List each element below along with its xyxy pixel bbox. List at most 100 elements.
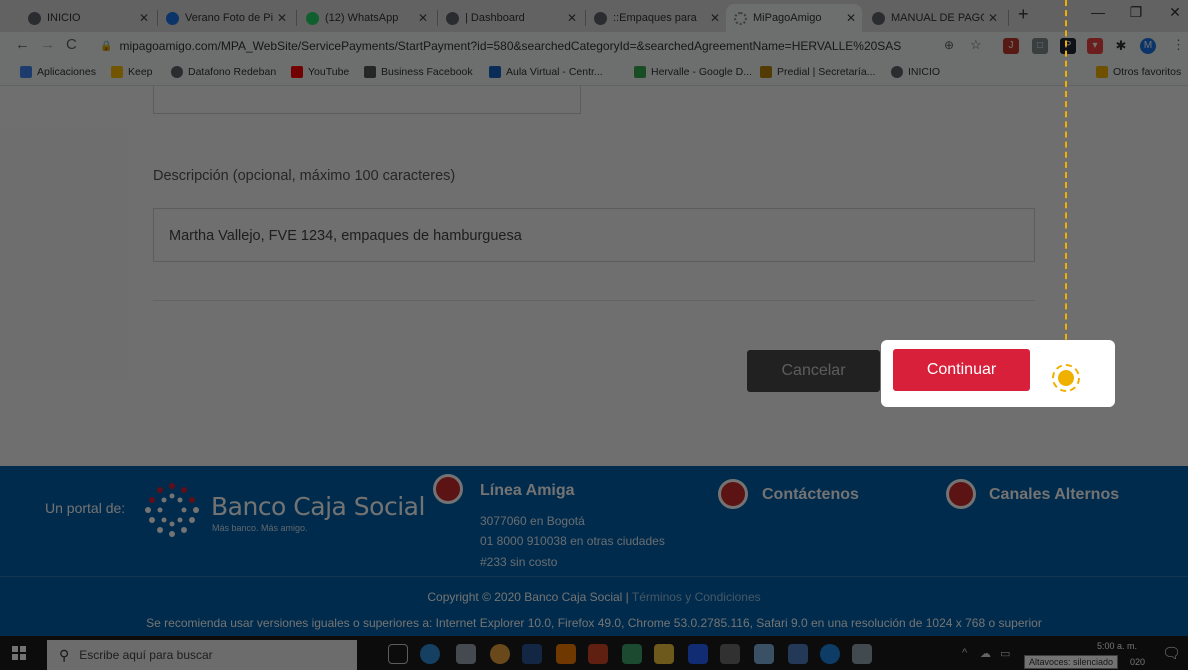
extension-icon[interactable]: ▾ bbox=[1087, 38, 1103, 54]
powerpoint-icon[interactable] bbox=[588, 644, 608, 664]
zoom-icon[interactable]: ⊕ bbox=[944, 38, 954, 52]
search-icon: ⚲ bbox=[59, 646, 70, 663]
bookmark-label: Aplicaciones bbox=[37, 66, 96, 78]
tab-label: MANUAL DE PAGO bbox=[891, 12, 984, 24]
footer-divider bbox=[0, 576, 1188, 577]
bookmark-label: Keep bbox=[128, 66, 153, 78]
extension-icon[interactable]: J bbox=[1003, 38, 1019, 54]
tab-mipagoamigo[interactable]: MiPagoAmigo ✕ bbox=[726, 4, 862, 32]
portal-label: Un portal de: bbox=[45, 500, 126, 516]
apps-grid-icon bbox=[20, 66, 32, 78]
drive-icon bbox=[634, 66, 646, 78]
reload-icon[interactable]: C bbox=[66, 36, 77, 53]
bookmark-predial[interactable]: Predial | Secretaría... bbox=[760, 66, 875, 78]
phone-line: #233 sin costo bbox=[480, 555, 558, 569]
canales-alternos-link[interactable]: Canales Alternos bbox=[989, 486, 1119, 504]
bank-name: Banco Caja Social bbox=[211, 492, 425, 521]
restore-button[interactable]: ❐ bbox=[1121, 4, 1151, 21]
file-explorer-icon[interactable] bbox=[654, 644, 674, 664]
minimize-button[interactable]: — bbox=[1083, 4, 1113, 20]
bookmark-facebook[interactable]: Business Facebook bbox=[364, 66, 473, 78]
tab-label: Verano Foto de Pi bbox=[185, 12, 273, 24]
tab-whatsapp[interactable]: (12) WhatsApp ✕ bbox=[298, 4, 434, 32]
url-text: mipagoamigo.com/MPA_WebSite/ServicePayme… bbox=[119, 39, 902, 53]
close-icon[interactable]: ✕ bbox=[846, 11, 856, 25]
app-icon[interactable] bbox=[720, 644, 740, 664]
chevron-up-icon[interactable]: ^ bbox=[962, 647, 967, 659]
close-window-button[interactable]: ✕ bbox=[1160, 4, 1188, 21]
extension-icon[interactable]: P bbox=[1060, 38, 1076, 54]
network-icon[interactable]: ▭ bbox=[1000, 647, 1010, 660]
bookmark-apps[interactable]: Aplicaciones bbox=[20, 66, 96, 78]
bookmark-youtube[interactable]: YouTube bbox=[291, 66, 349, 78]
windows-start-icon[interactable] bbox=[12, 646, 26, 660]
bookmark-inicio[interactable]: INICIO bbox=[891, 66, 940, 78]
bookmark-datafono[interactable]: Datafono Redeban bbox=[171, 66, 276, 78]
bookmark-label: Datafono Redeban bbox=[188, 66, 277, 78]
app-icon[interactable] bbox=[456, 644, 476, 664]
previous-input-field[interactable] bbox=[153, 86, 581, 114]
app-icon[interactable] bbox=[688, 644, 708, 664]
clock[interactable]: 5:00 a. m. bbox=[1097, 641, 1137, 651]
whatsapp-icon bbox=[306, 11, 319, 25]
outlook-icon[interactable] bbox=[556, 644, 576, 664]
menu-icon[interactable]: ⋮ bbox=[1172, 37, 1185, 53]
youtube-icon bbox=[291, 66, 303, 78]
word-icon[interactable] bbox=[522, 644, 542, 664]
shield-icon bbox=[760, 66, 772, 78]
bookmark-label: Predial | Secretaría... bbox=[777, 66, 876, 78]
description-input[interactable]: Martha Vallejo, FVE 1234, empaques de ha… bbox=[153, 208, 1035, 262]
photos-icon[interactable] bbox=[622, 644, 642, 664]
close-icon[interactable]: ✕ bbox=[988, 11, 998, 25]
photo-icon bbox=[166, 11, 179, 25]
tab-inicio[interactable]: INICIO ✕ bbox=[20, 4, 155, 32]
bookmark-keep[interactable]: Keep bbox=[111, 66, 153, 78]
tab-empaques[interactable]: ::Empaques para ✕ bbox=[586, 4, 726, 32]
cancel-button[interactable]: Cancelar bbox=[747, 350, 880, 392]
back-icon[interactable]: ← bbox=[15, 36, 30, 53]
bookmark-other[interactable]: Otros favoritos bbox=[1096, 66, 1181, 78]
contactenos-link[interactable]: Contáctenos bbox=[762, 486, 859, 504]
extension-icon[interactable]: □ bbox=[1032, 38, 1048, 54]
bookmark-label: YouTube bbox=[308, 66, 350, 78]
new-tab-button[interactable]: + bbox=[1018, 4, 1029, 25]
close-icon[interactable]: ✕ bbox=[139, 11, 149, 25]
avatar[interactable]: M bbox=[1140, 38, 1156, 54]
copyright-label: Copyright © 2020 Banco Caja Social | bbox=[427, 590, 629, 604]
app-icon[interactable] bbox=[788, 644, 808, 664]
edge-icon[interactable] bbox=[420, 644, 440, 664]
app-icon[interactable] bbox=[820, 644, 840, 664]
cloud-icon[interactable]: ☁ bbox=[980, 647, 991, 660]
keep-icon bbox=[111, 66, 123, 78]
bookmark-hervalle[interactable]: Hervalle - Google D... bbox=[634, 66, 752, 78]
notification-icon[interactable]: 🗨 bbox=[1162, 644, 1181, 662]
windows-taskbar: ⚲ Escribe aquí para buscar ^ ☁ ▭ 5:00 a.… bbox=[0, 636, 1188, 670]
bookmark-aula[interactable]: Aula Virtual - Centr... bbox=[489, 66, 603, 78]
close-icon[interactable]: ✕ bbox=[710, 11, 720, 25]
globe-icon bbox=[872, 11, 885, 25]
loading-icon bbox=[734, 11, 747, 25]
task-view-icon[interactable] bbox=[388, 644, 408, 664]
tab-manual[interactable]: MANUAL DE PAGO ✕ bbox=[864, 4, 1004, 32]
close-icon[interactable]: ✕ bbox=[418, 11, 428, 25]
close-icon[interactable]: ✕ bbox=[277, 11, 287, 25]
close-icon[interactable]: ✕ bbox=[567, 11, 577, 25]
tab-dashboard[interactable]: | Dashboard ✕ bbox=[438, 4, 583, 32]
bookmarks-bar: Aplicaciones Keep Datafono Redeban YouTu… bbox=[0, 60, 1188, 86]
terms-link[interactable]: Términos y Condiciones bbox=[632, 590, 761, 604]
continue-button[interactable]: Continuar bbox=[893, 349, 1030, 391]
forward-icon[interactable]: → bbox=[40, 36, 55, 53]
app-icon[interactable] bbox=[852, 644, 872, 664]
puzzle-icon[interactable]: ✱ bbox=[1113, 38, 1129, 54]
address-bar[interactable]: 🔒 mipagoamigo.com/MPA_WebSite/ServicePay… bbox=[100, 35, 980, 57]
app-icon[interactable] bbox=[754, 644, 774, 664]
chrome-icon[interactable] bbox=[490, 644, 510, 664]
phone-line: 3077060 en Bogotá bbox=[480, 514, 585, 528]
linea-amiga-title[interactable]: Línea Amiga bbox=[480, 482, 575, 500]
tab-verano[interactable]: Verano Foto de Pi ✕ bbox=[158, 4, 293, 32]
tab-label: | Dashboard bbox=[465, 12, 525, 24]
star-icon[interactable]: ☆ bbox=[970, 37, 982, 53]
tab-label: INICIO bbox=[47, 12, 81, 24]
globe-icon bbox=[891, 66, 903, 78]
taskbar-search[interactable]: ⚲ Escribe aquí para buscar bbox=[47, 640, 357, 670]
